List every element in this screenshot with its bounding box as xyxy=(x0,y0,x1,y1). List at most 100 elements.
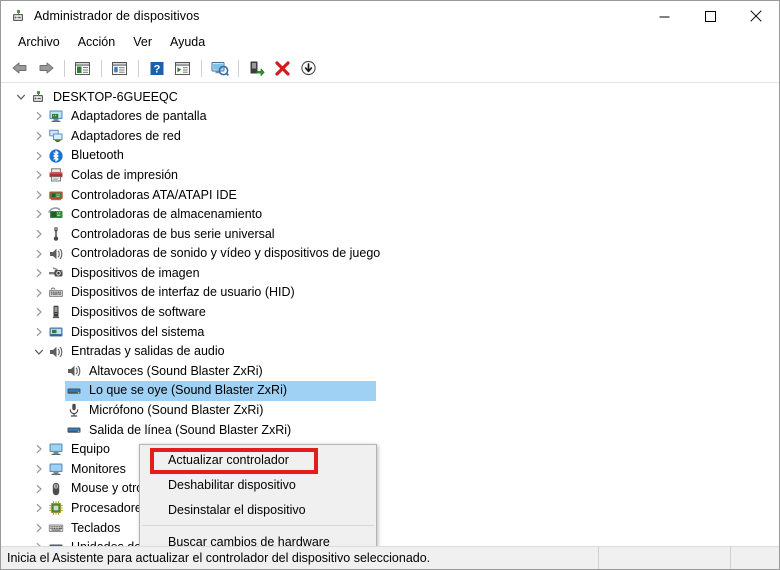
device-tree[interactable]: DESKTOP-6GUEEQC Adaptadores de pantalla Ad… xyxy=(1,83,779,546)
chevron-right-icon[interactable] xyxy=(31,265,47,281)
tree-row[interactable]: Micrófono (Sound Blaster ZxRi) xyxy=(1,401,779,421)
chevron-right-icon[interactable] xyxy=(31,128,47,144)
status-message: Inicia el Asistente para actualizar el c… xyxy=(1,547,599,569)
close-button[interactable] xyxy=(733,1,779,31)
computer-icon xyxy=(47,441,65,457)
software-device-icon xyxy=(47,304,65,320)
ide-controller-icon xyxy=(47,187,65,203)
chevron-right-icon[interactable] xyxy=(31,108,47,124)
tree-row[interactable]: Bluetooth xyxy=(1,146,779,166)
chevron-right-icon[interactable] xyxy=(31,441,47,457)
tree-row[interactable]: Unidades de disco xyxy=(1,538,779,546)
chevron-right-icon[interactable] xyxy=(31,187,47,203)
tree-row-root[interactable]: DESKTOP-6GUEEQC xyxy=(1,87,779,107)
tree-row-label: Dispositivos de interfaz de usuario (HID… xyxy=(71,285,295,300)
chevron-right-icon[interactable] xyxy=(31,167,47,183)
monitor-icon xyxy=(47,461,65,477)
chevron-right-icon[interactable] xyxy=(31,246,47,262)
minimize-button[interactable] xyxy=(641,1,687,31)
chevron-right-icon[interactable] xyxy=(31,539,47,546)
chevron-right-icon[interactable] xyxy=(31,481,47,497)
tree-row-label: Procesadores xyxy=(71,501,149,516)
enable-device-icon[interactable] xyxy=(244,56,269,80)
tree-row[interactable]: Altavoces (Sound Blaster ZxRi) xyxy=(1,361,779,381)
ctx-actualizar-controlador[interactable]: Actualizar controlador xyxy=(140,447,376,472)
disable-device-icon[interactable] xyxy=(296,56,321,80)
menu-archivo[interactable]: Archivo xyxy=(9,32,69,53)
tree-row[interactable]: Colas de impresión xyxy=(1,165,779,185)
tree-row[interactable]: Lo que se oye (Sound Blaster ZxRi) xyxy=(1,380,779,401)
properties-icon[interactable] xyxy=(107,56,132,80)
tree-row[interactable]: Dispositivos de interfaz de usuario (HID… xyxy=(1,283,779,303)
tree-row[interactable]: Adaptadores de pantalla xyxy=(1,107,779,127)
menu-accion[interactable]: Acción xyxy=(69,32,125,53)
tree-row-label: Altavoces (Sound Blaster ZxRi) xyxy=(89,363,263,378)
chevron-down-icon[interactable] xyxy=(31,344,47,360)
audio-io-icon xyxy=(47,344,65,360)
usb-controller-icon xyxy=(47,226,65,242)
chevron-down-icon[interactable] xyxy=(13,89,29,105)
speaker-icon xyxy=(65,363,83,379)
tree-row[interactable]: Procesadores xyxy=(1,498,779,518)
chevron-right-icon[interactable] xyxy=(31,148,47,164)
chevron-right-icon[interactable] xyxy=(31,461,47,477)
uninstall-device-icon[interactable] xyxy=(270,56,295,80)
tree-row[interactable]: Dispositivos de software xyxy=(1,303,779,323)
context-menu[interactable]: Actualizar controlador Deshabilitar disp… xyxy=(139,444,377,546)
tree-row[interactable]: Entradas y salidas de audio xyxy=(1,342,779,362)
tree-row[interactable]: Controladoras ATA/ATAPI IDE xyxy=(1,185,779,205)
tree-row[interactable]: Dispositivos de imagen xyxy=(1,263,779,283)
chevron-right-icon[interactable] xyxy=(31,226,47,242)
toolbar-separator xyxy=(201,59,202,77)
keyboard-icon xyxy=(47,520,65,536)
ctx-desinstalar-dispositivo[interactable]: Desinstalar el dispositivo xyxy=(140,497,376,522)
tree-row[interactable]: Salida de línea (Sound Blaster ZxRi) xyxy=(1,420,779,440)
show-hide-console-tree-icon[interactable] xyxy=(70,56,95,80)
tree-row[interactable]: Adaptadores de red xyxy=(1,126,779,146)
tree-row-label: Teclados xyxy=(71,520,121,535)
tree-row[interactable]: Teclados xyxy=(1,518,779,538)
tree-row-label: Controladoras de sonido y vídeo y dispos… xyxy=(71,246,381,261)
processor-icon xyxy=(47,500,65,516)
tree-row-label: Bluetooth xyxy=(71,148,124,163)
toolbar-separator xyxy=(138,59,139,77)
tree-row-label: Colas de impresión xyxy=(71,167,178,182)
tree-row[interactable]: Mouse y otros dispositivos señaladores xyxy=(1,479,779,499)
tree-row-label: Controladoras de bus serie universal xyxy=(71,226,275,241)
tree-row-label: DESKTOP-6GUEEQC xyxy=(53,89,178,104)
chevron-right-icon[interactable] xyxy=(31,206,47,222)
chevron-right-icon[interactable] xyxy=(31,500,47,516)
tree-row[interactable]: Controladoras de bus serie universal xyxy=(1,224,779,244)
back-arrow-icon[interactable] xyxy=(7,56,32,80)
tree-row-label: Controladoras ATA/ATAPI IDE xyxy=(71,187,237,202)
tree-row-label: Dispositivos del sistema xyxy=(71,324,205,339)
maximize-button[interactable] xyxy=(687,1,733,31)
tree-row[interactable]: Controladoras de almacenamiento xyxy=(1,205,779,225)
update-driver-icon[interactable] xyxy=(207,56,232,80)
tree-row[interactable]: Equipo xyxy=(1,440,779,460)
forward-arrow-icon[interactable] xyxy=(33,56,58,80)
menu-ver[interactable]: Ver xyxy=(124,32,161,53)
chevron-right-icon[interactable] xyxy=(31,324,47,340)
chevron-right-icon[interactable] xyxy=(31,304,47,320)
status-pane-2 xyxy=(731,547,779,569)
tree-row[interactable]: Controladoras de sonido y vídeo y dispos… xyxy=(1,244,779,264)
ctx-buscar-cambios-hardware[interactable]: Buscar cambios de hardware xyxy=(140,529,376,547)
window-title: Administrador de dispositivos xyxy=(34,9,200,23)
help-icon[interactable]: ? xyxy=(144,56,169,80)
tree-row-label: Dispositivos de imagen xyxy=(71,265,200,280)
ctx-deshabilitar-dispositivo[interactable]: Deshabilitar dispositivo xyxy=(140,472,376,497)
tree-row-label: Equipo xyxy=(71,442,110,457)
tree-row[interactable]: Monitores xyxy=(1,459,779,479)
device-manager-icon xyxy=(10,8,26,24)
toolbar: ? xyxy=(1,54,779,83)
chevron-right-icon[interactable] xyxy=(31,285,47,301)
tree-row[interactable]: Dispositivos del sistema xyxy=(1,322,779,342)
scan-hardware-icon[interactable] xyxy=(170,56,195,80)
tree-row-label: Micrófono (Sound Blaster ZxRi) xyxy=(89,403,264,418)
chevron-right-icon[interactable] xyxy=(31,520,47,536)
menu-ayuda[interactable]: Ayuda xyxy=(161,32,214,53)
